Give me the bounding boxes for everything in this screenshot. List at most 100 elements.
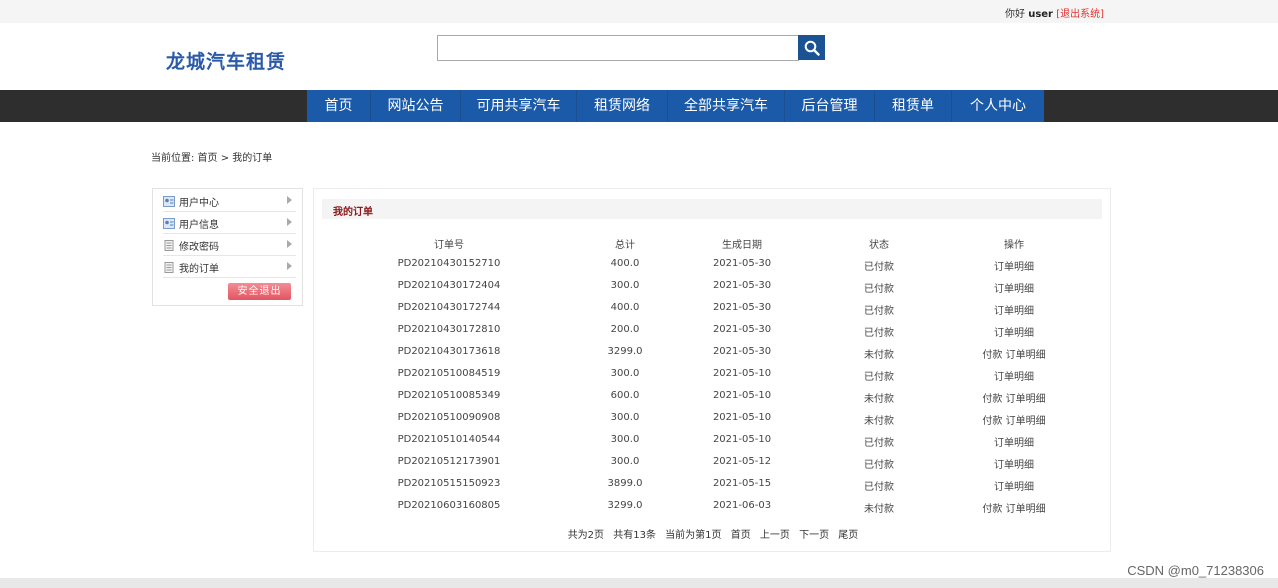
order-actions-cell[interactable]: 订单明细 xyxy=(994,280,1034,295)
footer-bar xyxy=(0,578,1278,588)
chevron-right-icon xyxy=(287,196,292,204)
table-cell-status: 已付款 xyxy=(864,284,894,295)
table-cell-order-number: PD20210515150923 xyxy=(397,478,501,489)
pager-first[interactable]: 首页 xyxy=(731,530,751,541)
table-cell-order-number: PD20210430172404 xyxy=(397,280,501,291)
column-header-status: 状态 xyxy=(869,240,889,251)
table-cell-status: 已付款 xyxy=(864,482,894,493)
nav-home[interactable]: 首页 xyxy=(307,90,371,122)
panel-title: 我的订单 xyxy=(333,207,373,218)
orders-panel: 我的订单 订单号 总计 生成日期 状态 操作 PD20210430152710 400.0 2… xyxy=(313,188,1111,552)
id-card-icon xyxy=(163,195,175,207)
table-cell-created-date: 2021-05-10 xyxy=(712,390,772,401)
search-button[interactable] xyxy=(798,35,825,60)
order-actions-cell[interactable]: 付款 订单明细 xyxy=(982,390,1045,405)
table-cell-created-date: 2021-05-30 xyxy=(712,324,772,335)
order-actions-cell[interactable]: 订单明细 xyxy=(994,368,1034,383)
column-header-actions: 操作 xyxy=(1004,240,1024,251)
table-cell-total: 3899.0 xyxy=(607,478,643,489)
pager-last[interactable]: 尾页 xyxy=(838,530,858,541)
order-actions-cell[interactable]: 订单明细 xyxy=(994,324,1034,339)
chevron-right-icon xyxy=(287,240,292,248)
sidebar-item-user-info[interactable]: 用户信息 xyxy=(163,213,296,234)
table-cell-order-number: PD20210512173901 xyxy=(397,456,501,467)
pager-total-pages: 共为2页 xyxy=(567,530,605,541)
table-cell-total: 200.0 xyxy=(610,324,640,335)
table-cell-created-date: 2021-05-30 xyxy=(712,280,772,291)
table-cell-created-date: 2021-05-12 xyxy=(712,456,772,467)
table-cell-created-date: 2021-05-10 xyxy=(712,412,772,423)
pager-current: 当前为第1页 xyxy=(665,530,722,541)
breadcrumb: 当前位置: 首页 > 我的订单 xyxy=(151,153,273,164)
nav-personal-center[interactable]: 个人中心 xyxy=(952,90,1044,122)
order-actions-cell[interactable]: 付款 订单明细 xyxy=(982,412,1045,427)
table-cell-total: 600.0 xyxy=(610,390,640,401)
sidebar-item-my-orders[interactable]: 我的订单 xyxy=(163,257,296,278)
search-input[interactable] xyxy=(437,35,799,61)
table-cell-order-number: PD20210430152710 xyxy=(397,258,501,269)
column-header-created-date: 生成日期 xyxy=(722,240,762,251)
greeting-text: 你好 xyxy=(1005,9,1026,20)
document-icon xyxy=(164,261,174,273)
pager-next[interactable]: 下一页 xyxy=(799,530,829,541)
pager-prev[interactable]: 上一页 xyxy=(760,530,790,541)
user-sidebar: 用户中心 用户信息 修改密码 我的订单 安全退出 xyxy=(152,188,303,306)
logout-link[interactable]: [退出系统] xyxy=(1056,9,1104,20)
table-cell-total: 300.0 xyxy=(610,456,640,467)
table-cell-order-number: PD20210430172810 xyxy=(397,324,501,335)
order-actions-cell[interactable]: 订单明细 xyxy=(994,434,1034,449)
nav-rental-orders[interactable]: 租赁单 xyxy=(875,90,952,122)
pagination: 共为2页 共有13条 当前为第1页 首页 上一页 下一页 尾页 xyxy=(314,526,1112,541)
nav-announcements[interactable]: 网站公告 xyxy=(371,90,461,122)
nav-all-cars[interactable]: 全部共享汽车 xyxy=(668,90,785,122)
table-cell-order-number: PD20210430173618 xyxy=(397,346,501,357)
table-cell-created-date: 2021-06-03 xyxy=(712,500,772,511)
table-cell-created-date: 2021-05-30 xyxy=(712,346,772,357)
table-cell-order-number: PD20210603160805 xyxy=(397,500,501,511)
table-cell-total: 3299.0 xyxy=(607,500,643,511)
sidebar-item-user-center[interactable]: 用户中心 xyxy=(163,191,296,212)
table-cell-status: 已付款 xyxy=(864,328,894,339)
table-cell-order-number: PD20210510140544 xyxy=(397,434,501,445)
pager-total-items: 共有13条 xyxy=(613,530,656,541)
table-cell-status: 已付款 xyxy=(864,372,894,383)
table-cell-created-date: 2021-05-30 xyxy=(712,302,772,313)
table-cell-created-date: 2021-05-15 xyxy=(712,478,772,489)
table-cell-status: 未付款 xyxy=(864,394,894,405)
order-actions-cell[interactable]: 订单明细 xyxy=(994,302,1034,317)
table-cell-total: 400.0 xyxy=(610,302,640,313)
order-actions-cell[interactable]: 订单明细 xyxy=(994,258,1034,273)
column-header-total: 总计 xyxy=(615,240,635,251)
table-cell-total: 300.0 xyxy=(610,412,640,423)
site-logo[interactable]: 龙城汽车租赁 xyxy=(166,47,286,74)
table-cell-status: 已付款 xyxy=(864,262,894,273)
safe-logout-button[interactable]: 安全退出 xyxy=(228,283,291,300)
column-header-order-number: 订单号 xyxy=(434,240,464,251)
order-actions-cell[interactable]: 订单明细 xyxy=(994,456,1034,471)
table-cell-total: 300.0 xyxy=(610,280,640,291)
order-actions-cell[interactable]: 订单明细 xyxy=(994,478,1034,493)
id-card-icon xyxy=(163,217,175,229)
table-cell-order-number: PD20210510084519 xyxy=(397,368,501,379)
table-cell-total: 3299.0 xyxy=(607,346,643,357)
table-cell-total: 300.0 xyxy=(610,434,640,445)
top-bar: 你好 user [退出系统] xyxy=(0,0,1278,23)
username: user xyxy=(1028,9,1053,20)
watermark: CSDN @m0_71238306 xyxy=(1127,563,1264,578)
panel-header: 我的订单 xyxy=(322,199,1102,219)
table-cell-status: 已付款 xyxy=(864,438,894,449)
nav-rental-network[interactable]: 租赁网络 xyxy=(577,90,668,122)
table-cell-created-date: 2021-05-10 xyxy=(712,368,772,379)
sidebar-item-change-password[interactable]: 修改密码 xyxy=(163,235,296,256)
table-cell-order-number: PD20210510090908 xyxy=(397,412,501,423)
order-actions-cell[interactable]: 付款 订单明细 xyxy=(982,346,1045,361)
nav-admin[interactable]: 后台管理 xyxy=(785,90,875,122)
table-cell-total: 300.0 xyxy=(610,368,640,379)
table-cell-created-date: 2021-05-10 xyxy=(712,434,772,445)
chevron-right-icon xyxy=(287,218,292,226)
table-cell-order-number: PD20210430172744 xyxy=(397,302,501,313)
order-actions-cell[interactable]: 付款 订单明细 xyxy=(982,500,1045,515)
nav-available-cars[interactable]: 可用共享汽车 xyxy=(461,90,577,122)
main-nav: 首页 网站公告 可用共享汽车 租赁网络 全部共享汽车 后台管理 租赁单 个人中心 xyxy=(307,90,1044,122)
document-icon xyxy=(164,239,174,251)
